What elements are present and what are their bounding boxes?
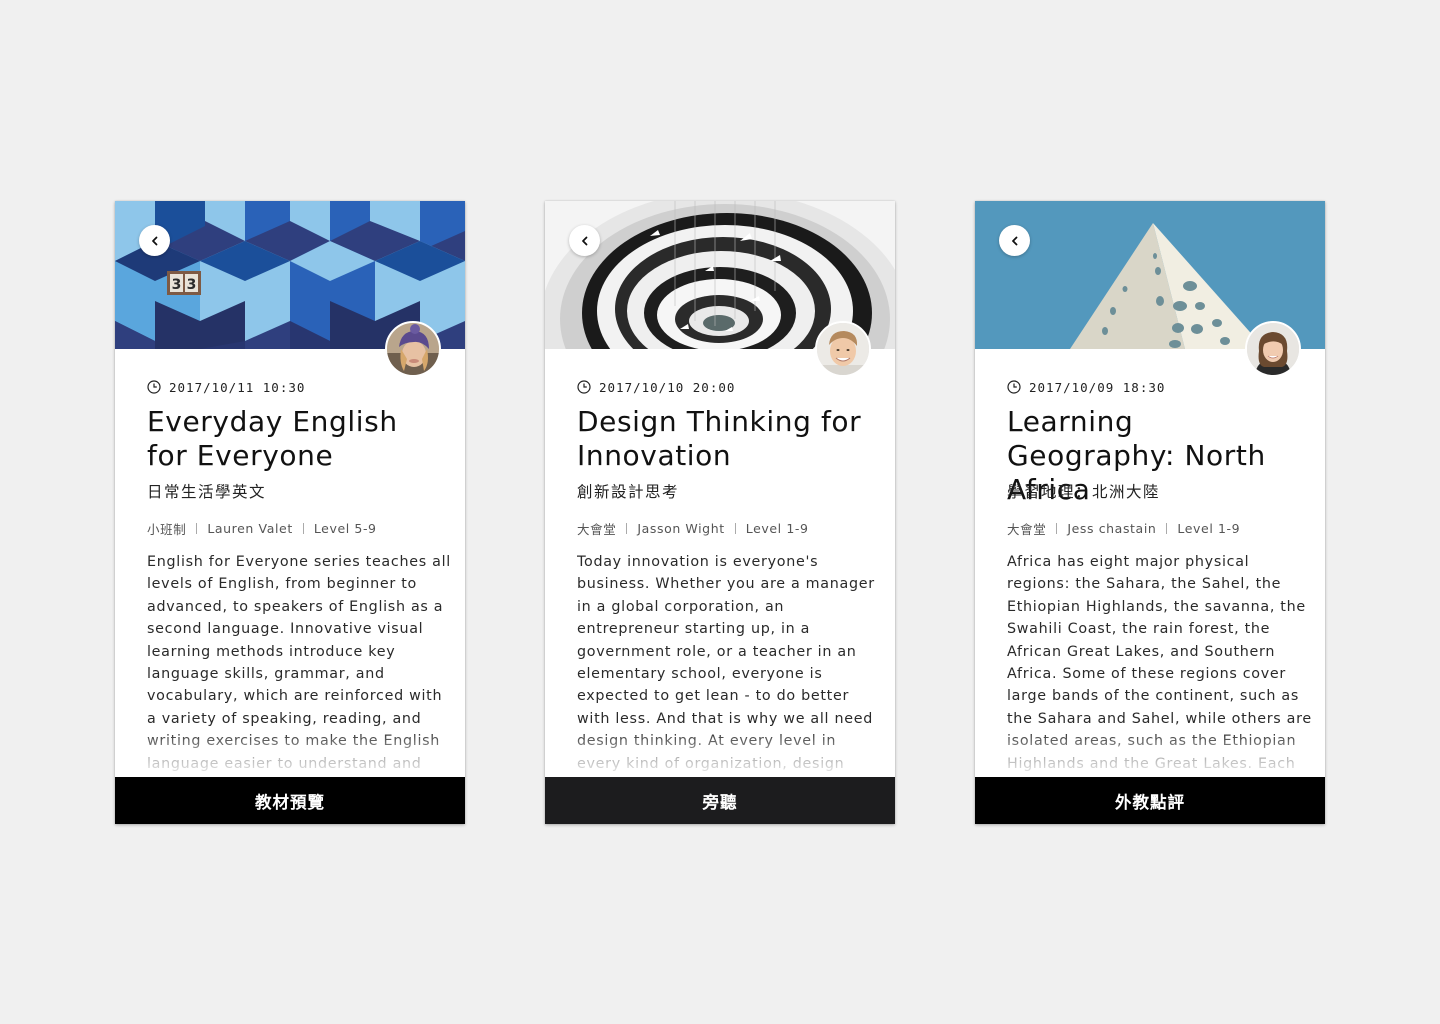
course-level: Level 1-9 xyxy=(1177,521,1241,536)
meta-divider xyxy=(196,523,198,534)
course-title: Design Thinking for Innovation xyxy=(577,405,862,472)
course-description: Africa has eight major physical regions:… xyxy=(1007,554,1312,772)
class-type: 小班制 xyxy=(147,522,187,537)
course-subtitle: 學習地理：北洲大陸 xyxy=(1007,483,1161,501)
course-meta: 小班制 Lauren Valet Level 5-9 xyxy=(147,519,377,538)
course-description: Today innovation is everyone's business.… xyxy=(577,554,875,772)
meta-divider xyxy=(734,523,736,534)
course-level: Level 1-9 xyxy=(745,521,809,536)
meta-divider xyxy=(626,523,628,534)
course-meta: 大會堂 Jasson Wight Level 1-9 xyxy=(577,519,809,538)
chevron-left-icon xyxy=(1011,236,1017,245)
course-card: 3 3 2017/10/11 10:30 Everyday English fo xyxy=(115,201,465,824)
course-title: Everyday English for Everyone xyxy=(147,405,398,472)
back-button[interactable] xyxy=(999,225,1030,256)
course-level: Level 5-9 xyxy=(313,521,377,536)
svg-text:3: 3 xyxy=(172,277,182,293)
clock-icon xyxy=(147,380,161,394)
preview-materials-button[interactable]: 教材預覽 xyxy=(115,777,465,824)
course-description: English for Everyone series teaches all … xyxy=(147,554,451,772)
clock-icon xyxy=(577,380,591,394)
instructor-name[interactable]: Lauren Valet xyxy=(207,521,293,536)
instructor-avatar[interactable] xyxy=(385,321,441,377)
course-card: 2017/10/09 18:30 Learning Geography: Nor… xyxy=(975,201,1325,824)
datetime-text: 2017/10/09 18:30 xyxy=(1029,379,1166,395)
session-datetime: 2017/10/11 10:30 xyxy=(147,379,305,395)
instructor-avatar[interactable] xyxy=(1245,321,1301,377)
course-subtitle: 創新設計思考 xyxy=(577,483,680,501)
meta-divider xyxy=(1166,523,1168,534)
course-meta: 大會堂 Jess chastain Level 1-9 xyxy=(1007,519,1240,538)
session-datetime: 2017/10/09 18:30 xyxy=(1007,379,1165,395)
back-button[interactable] xyxy=(139,225,170,256)
instructor-name[interactable]: Jess chastain xyxy=(1067,521,1156,536)
datetime-text: 2017/10/10 20:00 xyxy=(599,379,736,395)
course-card-gallery: 3 3 2017/10/11 10:30 Everyday English fo xyxy=(0,0,1440,1024)
datetime-text: 2017/10/11 10:30 xyxy=(169,379,306,395)
course-card: 2017/10/10 20:00 Design Thinking for Inn… xyxy=(545,201,895,824)
chevron-left-icon xyxy=(151,236,157,245)
back-button[interactable] xyxy=(569,225,600,256)
class-type: 大會堂 xyxy=(577,522,617,537)
course-subtitle: 日常生活學英文 xyxy=(147,483,267,501)
chevron-left-icon xyxy=(581,236,587,245)
class-type: 大會堂 xyxy=(1007,522,1047,537)
meta-divider xyxy=(302,523,304,534)
svg-text:3: 3 xyxy=(187,277,197,293)
instructor-name[interactable]: Jasson Wight xyxy=(637,521,724,536)
session-datetime: 2017/10/10 20:00 xyxy=(577,379,735,395)
instructor-avatar[interactable] xyxy=(815,321,871,377)
teacher-review-button[interactable]: 外教點評 xyxy=(975,777,1325,824)
clock-icon xyxy=(1007,380,1021,394)
meta-divider xyxy=(1056,523,1058,534)
audit-button[interactable]: 旁聽 xyxy=(545,777,895,824)
